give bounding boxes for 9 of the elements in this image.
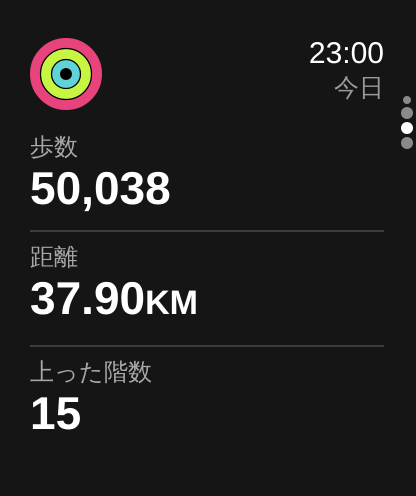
- metric-label: 上った階数: [30, 357, 153, 387]
- metric-value: 37.90KM: [30, 272, 200, 326]
- time: 23:00: [308, 36, 384, 72]
- metric-value: 15: [30, 387, 82, 439]
- activity-rings-icon: [30, 38, 102, 110]
- metric-label: 距離: [30, 242, 79, 272]
- metric-label: 歩数: [30, 132, 79, 162]
- metric-value: 50,038: [30, 162, 172, 214]
- day-label: 今日: [334, 72, 384, 104]
